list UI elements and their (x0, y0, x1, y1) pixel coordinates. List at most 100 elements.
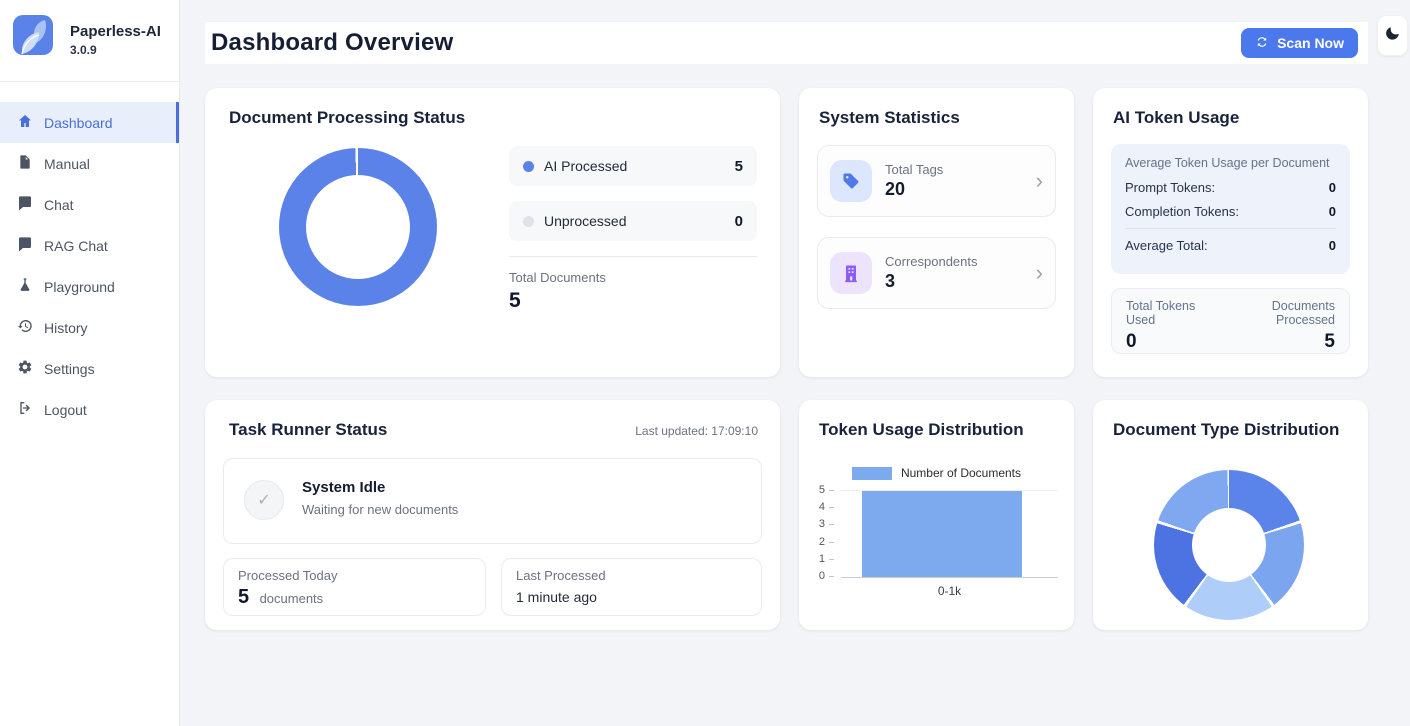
legend-swatch (852, 467, 892, 480)
average-total-label: Average Total: (1125, 238, 1208, 253)
sidebar-item-label: Logout (44, 402, 87, 418)
divider (509, 256, 757, 257)
token-totals-panel: Total Tokens Used 0 Documents Processed … (1111, 288, 1350, 354)
average-token-usage-panel: Average Token Usage per Document Prompt … (1111, 144, 1350, 274)
documents-processed-value: 5 (1220, 331, 1335, 353)
scan-now-label: Scan Now (1277, 35, 1344, 51)
token-usage-bar-chart (841, 490, 1058, 578)
header-bar: Dashboard Overview Scan Now (205, 22, 1368, 64)
sidebar-item-label: Dashboard (44, 115, 113, 131)
processed-today-unit: documents (260, 591, 324, 606)
card-title: Token Usage Distribution (819, 420, 1024, 440)
document-icon (17, 154, 33, 173)
home-icon (17, 113, 33, 132)
ai-token-usage-card: AI Token Usage Average Token Usage per D… (1093, 88, 1368, 377)
prompt-tokens-value: 0 (1329, 180, 1336, 195)
processed-today-panel: Processed Today 5 documents (223, 558, 486, 616)
paperless-ai-logo-icon (12, 14, 58, 65)
document-processing-donut-chart (279, 148, 437, 306)
last-updated-timestamp: Last updated: 17:09:10 (635, 424, 758, 438)
last-processed-panel: Last Processed 1 minute ago (501, 558, 762, 616)
legend-label: Unprocessed (544, 213, 627, 229)
sidebar: Paperless-AI 3.0.9 Dashboard Manual Chat… (0, 0, 180, 726)
total-documents-label: Total Documents (509, 270, 757, 285)
processed-today-value: 5 (238, 586, 249, 608)
sidebar-item-label: History (44, 320, 88, 336)
card-title: Document Processing Status (229, 108, 465, 128)
card-title: AI Token Usage (1113, 108, 1239, 128)
sidebar-item-label: Chat (44, 197, 74, 213)
moon-icon (1385, 26, 1400, 46)
total-tokens-used-label: Total Tokens Used (1126, 299, 1220, 327)
check-icon: ✓ (244, 480, 284, 520)
processed-today-label: Processed Today (238, 568, 471, 583)
processing-legend: AI Processed 5 Unprocessed 0 Total Docum… (509, 146, 757, 313)
card-title: Task Runner Status (229, 420, 387, 440)
x-axis-label: 0-1k (841, 584, 1058, 598)
y-axis-ticks: 5 4 3 2 1 0 (799, 490, 835, 576)
correspondents-row[interactable]: Correspondents 3 › (817, 237, 1056, 309)
theme-toggle-button[interactable] (1377, 15, 1408, 56)
page-title: Dashboard Overview (205, 29, 453, 57)
app-logo-block: Paperless-AI 3.0.9 (0, 0, 179, 82)
gray-dot-icon (523, 216, 534, 227)
legend-label: AI Processed (544, 158, 627, 174)
sidebar-item-history[interactable]: History (0, 307, 179, 348)
sidebar-item-settings[interactable]: Settings (0, 348, 179, 389)
avg-usage-header: Average Token Usage per Document (1125, 156, 1336, 170)
average-total-value: 0 (1329, 238, 1336, 253)
bar-0-1k (862, 491, 1022, 577)
chat-icon (17, 236, 33, 255)
sidebar-item-chat[interactable]: Chat (0, 184, 179, 225)
y-tick: 3 (819, 518, 825, 530)
scan-now-button[interactable]: Scan Now (1241, 28, 1358, 58)
prompt-tokens-label: Prompt Tokens: (1125, 180, 1215, 195)
sidebar-item-logout[interactable]: Logout (0, 389, 179, 430)
chevron-right-icon: › (1036, 170, 1043, 192)
completion-tokens-label: Completion Tokens: (1125, 204, 1239, 219)
legend-label: Number of Documents (901, 466, 1021, 480)
blue-dot-icon (523, 161, 534, 172)
status-title: System Idle (302, 479, 385, 496)
refresh-icon (1255, 35, 1269, 52)
document-processing-card: Document Processing Status AI Processed … (205, 88, 780, 377)
gear-icon (17, 359, 33, 378)
sidebar-item-manual[interactable]: Manual (0, 143, 179, 184)
bar-chart-legend[interactable]: Number of Documents (799, 466, 1074, 480)
building-icon (830, 252, 872, 294)
sidebar-item-label: Settings (44, 361, 95, 377)
stat-value: 20 (885, 179, 943, 200)
legend-item-ai-processed[interactable]: AI Processed 5 (509, 146, 757, 186)
last-processed-value: 1 minute ago (516, 589, 747, 605)
y-tick: 0 (819, 570, 825, 582)
task-runner-status-card: Task Runner Status Last updated: 17:09:1… (205, 400, 780, 630)
stat-value: 3 (885, 271, 978, 292)
card-title: Document Type Distribution (1113, 420, 1339, 440)
flask-icon (17, 277, 33, 296)
status-subtitle: Waiting for new documents (302, 502, 458, 517)
sidebar-item-playground[interactable]: Playground (0, 266, 179, 307)
legend-item-unprocessed[interactable]: Unprocessed 0 (509, 201, 757, 241)
last-processed-label: Last Processed (516, 568, 747, 583)
card-title: System Statistics (819, 108, 960, 128)
y-tick: 1 (819, 553, 825, 565)
sidebar-item-dashboard[interactable]: Dashboard (0, 102, 179, 143)
stat-label: Total Tags (885, 162, 943, 177)
app-name: Paperless-AI (70, 23, 161, 40)
stat-label: Correspondents (885, 254, 978, 269)
document-type-donut-chart (1154, 470, 1304, 620)
tag-icon (830, 160, 872, 202)
sidebar-item-label: Playground (44, 279, 115, 295)
documents-processed-label: Documents Processed (1220, 299, 1335, 327)
system-status-panel: ✓ System Idle Waiting for new documents (223, 458, 762, 544)
sidebar-item-rag-chat[interactable]: RAG Chat (0, 225, 179, 266)
document-type-distribution-card: Document Type Distribution (1093, 400, 1368, 630)
total-tags-row[interactable]: Total Tags 20 › (817, 145, 1056, 217)
legend-value: 0 (735, 213, 743, 230)
sidebar-item-label: Manual (44, 156, 90, 172)
legend-value: 5 (735, 158, 743, 175)
y-tick: 4 (819, 501, 825, 513)
total-tokens-used-value: 0 (1126, 331, 1220, 353)
total-documents-value: 5 (509, 289, 757, 313)
completion-tokens-value: 0 (1329, 204, 1336, 219)
